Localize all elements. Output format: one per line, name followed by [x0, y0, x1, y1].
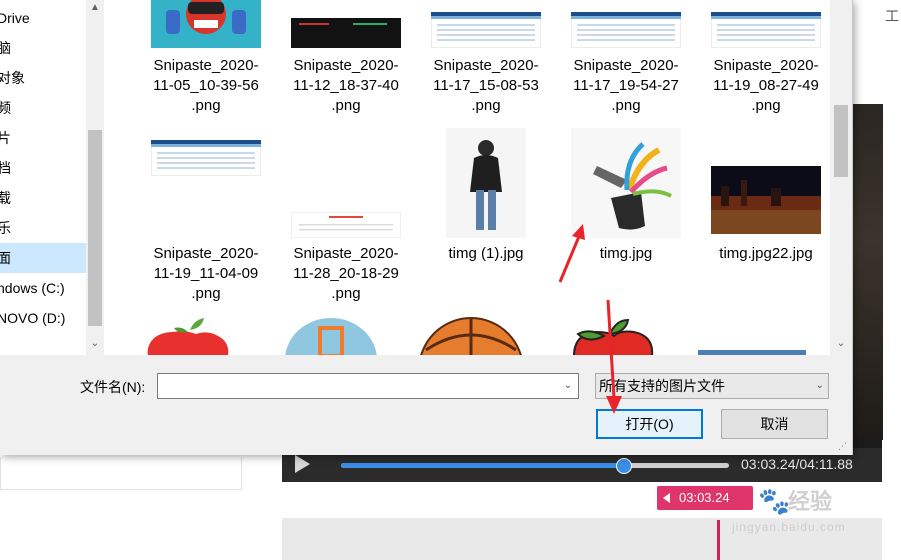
navigation-scrollbar[interactable]: ▲ ⌄: [86, 0, 104, 355]
apple-thumbnail[interactable]: [142, 316, 240, 355]
file-name-label[interactable]: timg (1).jpg: [418, 244, 554, 264]
file-thumbnail[interactable]: [290, 211, 402, 243]
file-thumbnail[interactable]: [151, 0, 261, 53]
scroll-down-icon[interactable]: ⌄: [832, 336, 850, 352]
cartoon-apple-thumbnail[interactable]: [558, 316, 668, 355]
timeline-marker-text: 03:03.24: [679, 490, 730, 505]
playhead-line[interactable]: [717, 520, 720, 560]
file-thumbnail[interactable]: [711, 166, 821, 239]
nav-item[interactable]: 片: [0, 123, 86, 153]
toolbar-glyph[interactable]: 工: [885, 6, 899, 26]
nav-item-label: 面: [0, 250, 11, 266]
seek-bar-progress: [341, 463, 624, 468]
nav-item[interactable]: 对象: [0, 63, 86, 93]
nav-item-label: ndows (C:): [0, 280, 65, 296]
nav-item-label: 对象: [0, 70, 25, 86]
watermark-domain: jingyan.baidu.com: [732, 520, 846, 534]
file-thumbnail[interactable]: [291, 18, 401, 53]
seek-handle[interactable]: [616, 458, 633, 474]
scroll-up-icon[interactable]: ▲: [86, 0, 104, 16]
nav-item[interactable]: NOVO (D:): [0, 303, 86, 333]
watermark: 🐾 经验 jingyan.baidu.com: [732, 480, 896, 542]
play-icon[interactable]: [295, 455, 310, 473]
nav-item[interactable]: 脑: [0, 33, 86, 63]
filename-label: 文件名(N):: [80, 379, 146, 395]
open-button[interactable]: 打开(O): [596, 409, 703, 439]
time-readout: 03:03.24/04:11.88: [741, 456, 853, 472]
nav-item-label: 片: [0, 130, 11, 146]
nav-item[interactable]: 档: [0, 153, 86, 183]
video-frame: [853, 104, 883, 440]
file-type-select[interactable]: 所有支持的图片文件 ⌄: [595, 373, 829, 399]
nav-item-label: 乐: [0, 220, 11, 236]
file-name-label[interactable]: Snipaste_2020- 11-19_08-27-49 .png: [698, 56, 830, 116]
file-thumbnail[interactable]: [571, 128, 681, 243]
nav-item[interactable]: 面: [0, 243, 86, 273]
file-grid-scrollbar[interactable]: ⌄: [830, 0, 852, 355]
open-file-dialog: Drive 脑对象频片档载乐面 ndows (C:) NOVO (D:) ▲ ⌄: [0, 0, 853, 455]
nav-item[interactable]: ndows (C:): [0, 273, 86, 303]
file-thumbnail[interactable]: [710, 11, 822, 53]
nav-item[interactable]: 载: [0, 183, 86, 213]
file-name-label[interactable]: Snipaste_2020- 11-17_15-08-53 .png: [418, 56, 554, 116]
file-name-label[interactable]: timg.jpg: [558, 244, 694, 264]
nav-item-label: Drive: [0, 10, 30, 26]
file-grid-scroll-thumb[interactable]: [834, 105, 848, 177]
nav-item-label: 档: [0, 160, 11, 176]
scroll-down-icon[interactable]: ⌄: [86, 336, 104, 352]
paw-icon: 🐾: [758, 486, 791, 516]
side-panel: [0, 457, 242, 490]
nav-item-label: NOVO (D:): [0, 310, 66, 326]
file-thumbnail[interactable]: [430, 11, 542, 53]
file-type-value: 所有支持的图片文件: [599, 378, 725, 394]
timeline-marker[interactable]: 03:03.24: [657, 486, 753, 510]
nav-item-label: 脑: [0, 40, 11, 56]
chevron-down-icon[interactable]: ⌄: [816, 374, 824, 398]
file-name-label[interactable]: Snipaste_2020- 11-17_19-54-27 .png: [558, 56, 694, 116]
cancel-button[interactable]: 取消: [721, 409, 828, 439]
nav-item-label: 载: [0, 190, 11, 206]
file-name-label[interactable]: timg.jpg22.jpg: [698, 244, 830, 264]
nav-item[interactable]: Drive: [0, 3, 86, 33]
file-name-label[interactable]: Snipaste_2020- 11-12_18-37-40 .png: [278, 56, 414, 116]
file-name-label[interactable]: Snipaste_2020- 11-28_20-18-29 .png: [278, 244, 414, 304]
file-name-label[interactable]: Snipaste_2020- 11-19_11-04-09 .png: [138, 244, 274, 304]
file-thumbnail[interactable]: [570, 11, 682, 53]
resize-grip-icon[interactable]: ⋰: [838, 441, 847, 452]
circle-icon-thumbnail[interactable]: [282, 316, 380, 355]
nav-item[interactable]: 乐: [0, 213, 86, 243]
filename-input[interactable]: ⌄: [157, 373, 579, 399]
dialog-footer: [0, 355, 852, 455]
nav-item[interactable]: 频: [0, 93, 86, 123]
file-thumbnail[interactable]: [150, 139, 262, 181]
navigation-scroll-thumb[interactable]: [88, 130, 102, 326]
file-name-label[interactable]: Snipaste_2020- 11-05_10-39-56 .png: [138, 56, 274, 116]
watermark-text: 经验: [788, 489, 833, 514]
nav-item-label: 频: [0, 100, 11, 116]
chevron-down-icon[interactable]: ⌄: [558, 374, 578, 398]
navigation-pane: Drive 脑对象频片档载乐面 ndows (C:) NOVO (D:): [0, 0, 86, 355]
basketball-thumbnail[interactable]: [418, 316, 524, 355]
file-thumbnail[interactable]: [446, 128, 526, 243]
file-grid: Snipaste_2020- 11-05_10-39-56 .png Snipaste…: [104, 0, 830, 355]
seek-bar[interactable]: [341, 458, 729, 474]
